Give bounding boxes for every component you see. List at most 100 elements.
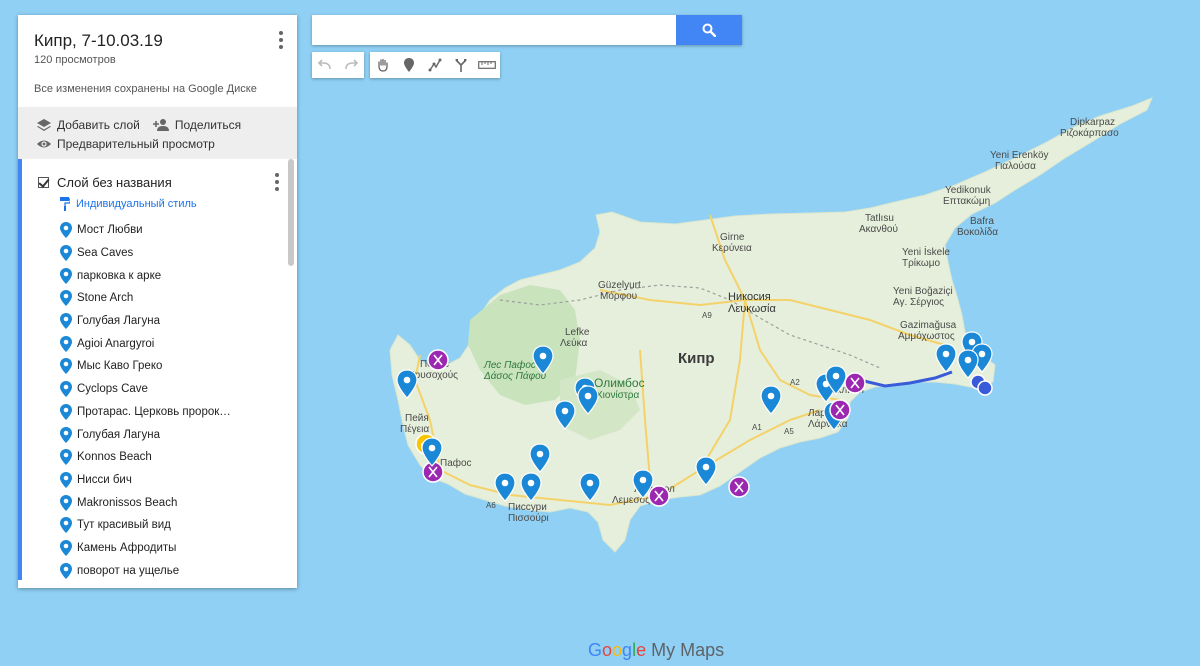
layer-options-icon[interactable] [275, 173, 279, 194]
list-item[interactable]: Тут красивый вид [22, 514, 297, 537]
svg-text:Никосия: Никосия [728, 291, 771, 303]
list-item[interactable]: Sea Caves [22, 242, 297, 265]
place-name: парковка к арке [77, 269, 162, 282]
map-options-icon[interactable] [279, 31, 283, 52]
redo-button[interactable] [338, 52, 364, 78]
map-pin-icon [60, 449, 72, 466]
layer-section: Слой без названия Индивидуальный стиль М… [18, 159, 297, 580]
layer-header: Слой без названия [22, 159, 297, 191]
list-item[interactable]: Agioi Anargyroi [22, 332, 297, 355]
map-pin-icon [60, 403, 72, 420]
svg-text:Βοκολίδα: Βοκολίδα [957, 226, 998, 238]
place-name: Agioi Anargyroi [77, 337, 155, 350]
svg-text:A9: A9 [702, 311, 712, 320]
list-item[interactable]: Stone Arch [22, 287, 297, 310]
map-pin-icon[interactable] [977, 380, 993, 396]
place-name: Протарас. Церковь пророк… [77, 405, 231, 418]
ruler-icon [478, 61, 496, 69]
place-name: Мост Любви [77, 224, 143, 237]
list-item[interactable]: Протарас. Церковь пророк… [22, 401, 297, 424]
list-item[interactable]: Голубая Лагуна [22, 310, 297, 333]
place-name: Konnos Beach [77, 451, 152, 464]
layer-visibility-checkbox[interactable] [38, 176, 49, 188]
svg-text:Олимбос: Олимбос [594, 376, 645, 390]
add-layer-label: Добавить слой [57, 117, 140, 132]
svg-text:Dipkarpaz: Dipkarpaz [1070, 117, 1115, 128]
svg-text:Πέγεια: Πέγεια [400, 423, 429, 435]
place-name: Cyclops Cave [77, 383, 148, 396]
svg-text:Лес Пафос: Лес Пафос [483, 359, 536, 371]
place-name: Makronissos Beach [77, 496, 178, 509]
restaurant-pin-icon[interactable] [829, 399, 851, 421]
layers-icon [37, 118, 51, 131]
edit-tools [370, 52, 500, 78]
svg-text:Κερύνεια: Κερύνεια [712, 242, 752, 254]
svg-text:Güzelyurt: Güzelyurt [598, 280, 641, 291]
svg-text:Μόρφου: Μόρφου [600, 290, 637, 302]
place-name: Голубая Лагуна [77, 428, 160, 441]
save-status: Все изменения сохранены на Google Диске [34, 83, 257, 95]
svg-text:Δάσος Πάφου: Δάσος Πάφου [483, 370, 547, 382]
preview-label: Предварительный просмотр [57, 136, 215, 151]
draw-line-button[interactable] [422, 52, 448, 78]
add-layer-button[interactable]: Добавить слой [36, 118, 140, 132]
svg-text:Πισσούρι: Πισσούρι [508, 512, 549, 524]
list-item[interactable]: Камень Афродиты [22, 537, 297, 560]
svg-text:Ριζοκάρπασο: Ριζοκάρπασο [1060, 127, 1119, 139]
list-item[interactable]: Makronissos Beach [22, 491, 297, 514]
map-pin-icon [60, 381, 72, 398]
list-item[interactable]: Мост Любви [22, 219, 297, 242]
svg-text:Пейя: Пейя [405, 413, 429, 424]
place-name: Sea Caves [77, 247, 134, 260]
undo-icon [318, 59, 331, 70]
panel-header: Кипр, 7-10.03.19 120 просмотров Все изме… [18, 15, 297, 107]
place-name: Мыс Каво Греко [77, 360, 163, 373]
list-item[interactable]: Нисси бич [22, 469, 297, 492]
map-title[interactable]: Кипр, 7-10.03.19 [34, 31, 279, 51]
add-marker-button[interactable] [396, 52, 422, 78]
undo-button[interactable] [312, 52, 338, 78]
google-my-maps-logo: Google My Maps [588, 640, 725, 660]
select-tool-button[interactable] [370, 52, 396, 78]
svg-text:Lefke: Lefke [565, 327, 590, 338]
map-pin-icon [60, 358, 72, 375]
svg-text:Пафос: Пафос [440, 457, 472, 469]
map-tools [312, 52, 506, 78]
panel-scrollbar[interactable] [288, 159, 294, 266]
svg-text:A2: A2 [790, 378, 800, 387]
share-button[interactable]: Поделиться [152, 118, 241, 132]
map-pin-icon [60, 245, 72, 262]
place-name: Тут красивый вид [77, 519, 171, 532]
search-button[interactable] [676, 15, 742, 45]
add-marker-icon [404, 58, 414, 72]
svg-text:Yeni Boğaziçi: Yeni Boğaziçi [893, 286, 953, 297]
list-item[interactable]: Голубая Лагуна [22, 423, 297, 446]
measure-button[interactable] [474, 52, 500, 78]
map-pin-icon [60, 562, 72, 579]
list-item[interactable]: Мыс Каво Греко [22, 355, 297, 378]
svg-text:Αγ. Σέργιος: Αγ. Σέργιος [893, 296, 944, 308]
map-pin-icon [60, 517, 72, 534]
redo-icon [345, 59, 358, 70]
place-name: Нисси бич [77, 473, 132, 486]
restaurant-pin-icon[interactable] [648, 485, 670, 507]
list-item[interactable]: парковка к арке [22, 264, 297, 287]
search-box [312, 15, 742, 45]
layer-style-link[interactable]: Индивидуальный стиль [22, 191, 297, 211]
layer-name[interactable]: Слой без названия [57, 175, 172, 190]
svg-text:Girne: Girne [720, 232, 745, 243]
map-panel: Кипр, 7-10.03.19 120 просмотров Все изме… [18, 15, 297, 588]
restaurant-pin-icon[interactable] [844, 372, 866, 394]
list-item[interactable]: поворот на ущелье [22, 559, 297, 580]
search-input[interactable] [312, 15, 676, 45]
restaurant-pin-icon[interactable] [728, 476, 750, 498]
directions-button[interactable] [448, 52, 474, 78]
list-item[interactable]: Cyclops Cave [22, 378, 297, 401]
map-pin-icon [60, 267, 72, 284]
list-item[interactable]: Konnos Beach [22, 446, 297, 469]
search-icon [702, 23, 716, 37]
map-pin-icon [60, 426, 72, 443]
preview-button[interactable]: Предварительный просмотр [36, 137, 215, 151]
restaurant-pin-icon[interactable] [427, 349, 449, 371]
history-tools [312, 52, 364, 78]
